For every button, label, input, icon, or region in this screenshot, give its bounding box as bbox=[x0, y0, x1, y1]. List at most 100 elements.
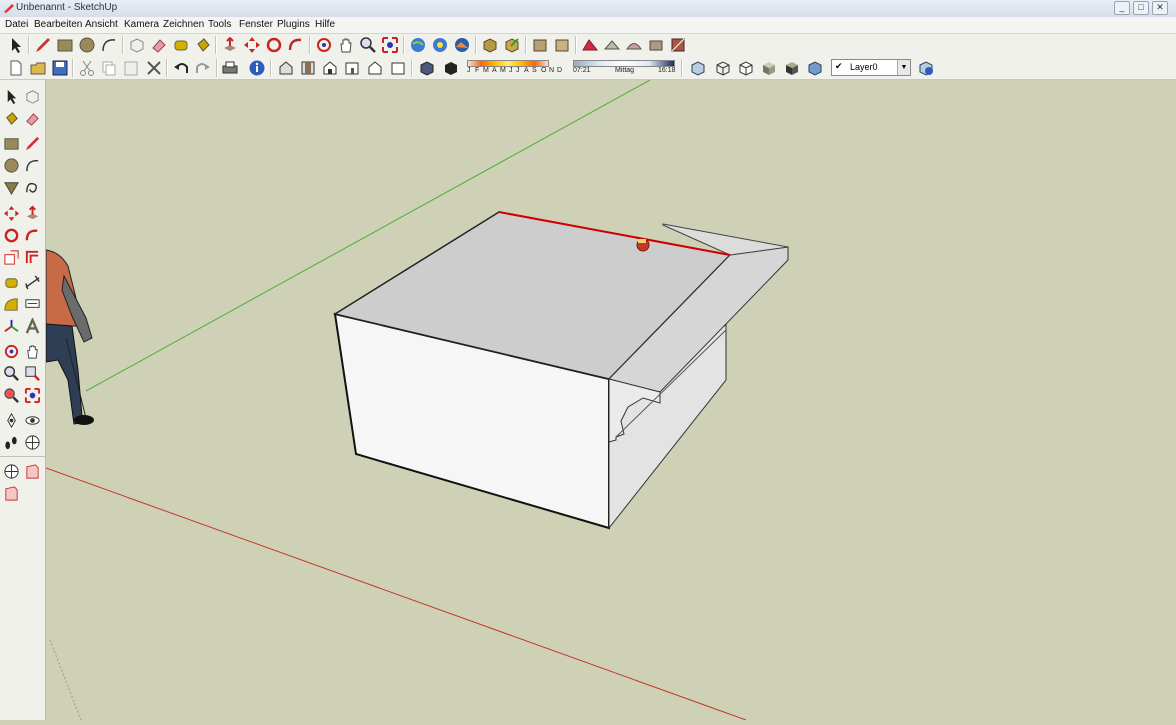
3d-text-icon[interactable] bbox=[24, 318, 41, 335]
follow-me-icon[interactable] bbox=[24, 227, 41, 244]
maximize-button[interactable]: □ bbox=[1133, 1, 1149, 15]
menu-datei[interactable]: Datei bbox=[5, 19, 28, 30]
orbit-icon[interactable] bbox=[3, 343, 20, 360]
look-around-icon[interactable] bbox=[24, 412, 41, 429]
sandbox-from-scratch-icon[interactable] bbox=[603, 36, 621, 54]
view-top-icon[interactable] bbox=[299, 59, 317, 77]
chevron-down-icon[interactable]: ▼ bbox=[897, 60, 910, 75]
arc-icon[interactable] bbox=[24, 157, 41, 174]
rectangle-icon[interactable] bbox=[3, 135, 20, 152]
section-plane-icon[interactable] bbox=[24, 434, 41, 451]
new-file-icon[interactable] bbox=[7, 59, 25, 77]
pan-hand-icon[interactable] bbox=[337, 36, 355, 54]
drape-icon[interactable] bbox=[669, 36, 687, 54]
section-plane-icon[interactable] bbox=[531, 36, 549, 54]
print-icon[interactable] bbox=[221, 59, 239, 77]
layer-dropdown[interactable]: ✔ Layer0 ▼ bbox=[831, 59, 911, 76]
previous-view-icon[interactable] bbox=[3, 387, 20, 404]
zoom-window-icon[interactable] bbox=[24, 365, 41, 382]
circle-icon[interactable] bbox=[3, 157, 20, 174]
eraser-icon[interactable] bbox=[24, 110, 41, 127]
undo-icon[interactable] bbox=[172, 59, 190, 77]
display-section-icon[interactable] bbox=[553, 36, 571, 54]
smoove-icon[interactable] bbox=[625, 36, 643, 54]
delete-icon[interactable] bbox=[145, 59, 163, 77]
model-info-icon[interactable] bbox=[248, 59, 266, 77]
axes-icon[interactable] bbox=[3, 318, 20, 335]
pencil-icon[interactable] bbox=[24, 135, 41, 152]
layer-manager-icon[interactable] bbox=[917, 59, 935, 77]
plugin-box-icon[interactable] bbox=[24, 463, 41, 480]
walk-footprints-icon[interactable] bbox=[3, 434, 20, 451]
polygon-icon[interactable] bbox=[3, 179, 20, 196]
ruby-console-icon[interactable] bbox=[3, 463, 20, 480]
make-component-icon[interactable] bbox=[128, 36, 146, 54]
make-component-icon[interactable] bbox=[24, 88, 41, 105]
menu-plugins[interactable]: Plugins bbox=[277, 19, 310, 30]
cut-icon[interactable] bbox=[78, 59, 96, 77]
select-arrow-icon[interactable] bbox=[7, 36, 25, 54]
paste-icon[interactable] bbox=[122, 59, 140, 77]
display-shadows-icon[interactable] bbox=[442, 59, 460, 77]
offset-icon[interactable] bbox=[24, 249, 41, 266]
menu-fenster[interactable]: Fenster bbox=[239, 19, 273, 30]
rectangle-icon[interactable] bbox=[56, 36, 74, 54]
share-model-icon[interactable] bbox=[503, 36, 521, 54]
rotate-icon[interactable] bbox=[265, 36, 283, 54]
tape-measure-icon[interactable] bbox=[172, 36, 190, 54]
shadow-settings-icon[interactable] bbox=[418, 59, 436, 77]
pencil-icon[interactable] bbox=[34, 36, 52, 54]
date-slider-track[interactable] bbox=[467, 60, 549, 67]
view-front-icon[interactable] bbox=[321, 59, 339, 77]
position-camera-icon[interactable] bbox=[3, 412, 20, 429]
style-monochrome-icon[interactable] bbox=[806, 59, 824, 77]
push-pull-icon[interactable] bbox=[24, 205, 41, 222]
freehand-icon[interactable] bbox=[24, 179, 41, 196]
zoom-icon[interactable] bbox=[3, 365, 20, 382]
open-folder-icon[interactable] bbox=[29, 59, 47, 77]
scale-icon[interactable] bbox=[3, 249, 20, 266]
view-right-icon[interactable] bbox=[343, 59, 361, 77]
google-earth-icon[interactable] bbox=[409, 36, 427, 54]
style-hidden-line-icon[interactable] bbox=[737, 59, 755, 77]
style-textures-icon[interactable] bbox=[783, 59, 801, 77]
protractor-icon[interactable] bbox=[3, 296, 20, 313]
stamp-icon[interactable] bbox=[647, 36, 665, 54]
menu-bearbeiten[interactable]: Bearbeiten bbox=[34, 19, 82, 30]
style-wireframe-icon[interactable] bbox=[714, 59, 732, 77]
viewport-canvas[interactable] bbox=[45, 79, 1176, 721]
tape-measure-icon[interactable] bbox=[3, 274, 20, 291]
menu-hilfe[interactable]: Hilfe bbox=[315, 19, 335, 30]
rotate-icon[interactable] bbox=[3, 227, 20, 244]
eraser-icon[interactable] bbox=[150, 36, 168, 54]
menu-ansicht[interactable]: Ansicht bbox=[85, 19, 118, 30]
sandbox-from-contours-icon[interactable] bbox=[581, 36, 599, 54]
add-location-icon[interactable] bbox=[431, 36, 449, 54]
close-button[interactable]: ✕ bbox=[1152, 1, 1168, 15]
zoom-extents-icon[interactable] bbox=[381, 36, 399, 54]
zoom-icon[interactable] bbox=[359, 36, 377, 54]
time-slider-track[interactable] bbox=[573, 60, 675, 67]
copy-icon[interactable] bbox=[100, 59, 118, 77]
save-icon[interactable] bbox=[51, 59, 69, 77]
shadow-date-time-slider[interactable]: J F M A M J J A S O N D 07:21 Mittag 16:… bbox=[465, 59, 677, 77]
dimension-icon[interactable] bbox=[24, 274, 41, 291]
get-models-icon[interactable] bbox=[481, 36, 499, 54]
plugin-tool-icon[interactable] bbox=[3, 485, 20, 502]
zoom-extents-icon[interactable] bbox=[24, 387, 41, 404]
select-arrow-icon[interactable] bbox=[3, 88, 20, 105]
move-icon[interactable] bbox=[243, 36, 261, 54]
minimize-button[interactable]: _ bbox=[1114, 1, 1130, 15]
menu-kamera[interactable]: Kamera bbox=[124, 19, 159, 30]
toggle-terrain-icon[interactable] bbox=[453, 36, 471, 54]
view-back-icon[interactable] bbox=[366, 59, 384, 77]
paint-bucket-icon[interactable] bbox=[3, 110, 20, 127]
style-shaded-icon[interactable] bbox=[760, 59, 778, 77]
menu-tools[interactable]: Tools bbox=[208, 19, 231, 30]
push-pull-icon[interactable] bbox=[221, 36, 239, 54]
redo-icon[interactable] bbox=[194, 59, 212, 77]
follow-me-icon[interactable] bbox=[287, 36, 305, 54]
text-label-icon[interactable] bbox=[24, 296, 41, 313]
paint-bucket-icon[interactable] bbox=[194, 36, 212, 54]
orbit-icon[interactable] bbox=[315, 36, 333, 54]
